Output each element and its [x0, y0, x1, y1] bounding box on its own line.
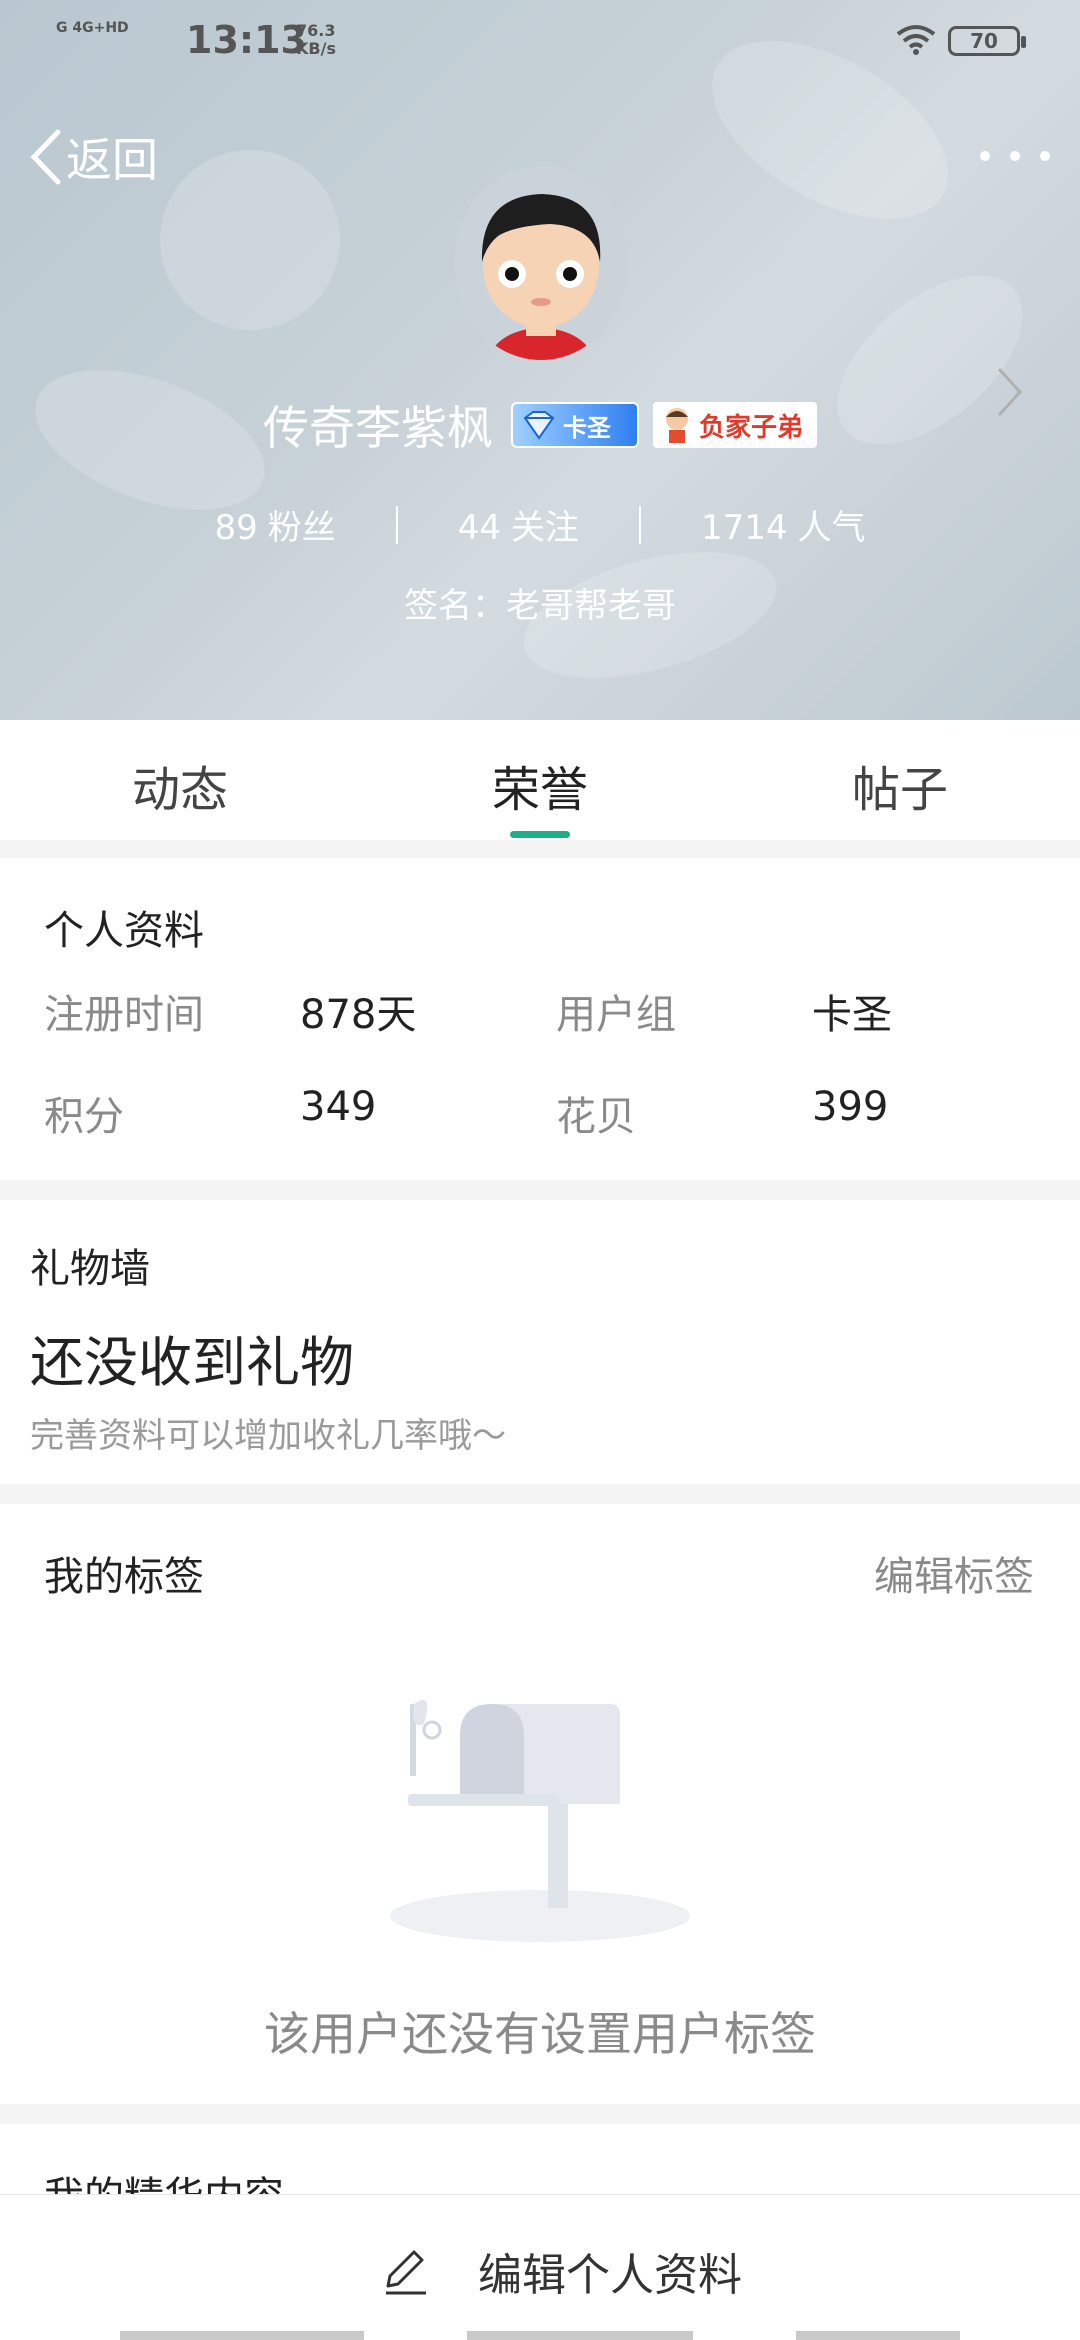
profile-tabs: 动态 荣誉 帖子	[0, 720, 1080, 840]
title-badge[interactable]: 负家子弟	[653, 402, 817, 448]
status-time: 13:13	[186, 18, 307, 62]
avatar[interactable]	[454, 166, 628, 360]
wifi-icon	[896, 25, 936, 55]
title-badge-label: 负家子弟	[699, 412, 804, 443]
more-dot-icon	[980, 151, 990, 161]
nav-segment[interactable]	[796, 2331, 960, 2340]
status-bar: G 4G+HD 13:13 76.3 KB/s 70	[0, 0, 1080, 80]
background-flower	[160, 150, 340, 330]
tags-title: 我的标签	[44, 1554, 204, 1600]
points-label: 积分	[44, 1094, 124, 1140]
user-signature: 签名：老哥帮老哥	[404, 586, 676, 626]
battery-indicator: 70	[948, 26, 1026, 56]
avatar-image	[454, 166, 628, 360]
popularity-count: 1714	[701, 508, 788, 548]
back-label: 返回	[66, 133, 158, 187]
huabei-label: 花贝	[556, 1094, 636, 1140]
nav-segment[interactable]	[120, 2331, 364, 2340]
gift-wall-hint: 完善资料可以增加收礼几率哦～	[30, 1416, 506, 1456]
stat-divider	[639, 505, 641, 544]
profile-info-title: 个人资料	[44, 908, 204, 954]
popularity-label: 人气	[797, 508, 866, 548]
following-label: 关注	[511, 508, 579, 548]
edit-profile-label: 编辑个人资料	[478, 2250, 742, 2301]
register-time-label: 注册时间	[44, 992, 204, 1038]
tab-posts[interactable]: 帖子	[720, 720, 1080, 840]
user-stats: 89 粉丝 44 关注 1714 人气	[0, 500, 1080, 549]
pencil-icon	[386, 2250, 426, 2295]
user-group-label: 用户组	[556, 992, 676, 1038]
following-count: 44	[457, 508, 501, 548]
user-group-badge-label: 卡圣	[563, 413, 611, 442]
network-speed-unit: KB/s	[296, 39, 336, 58]
tab-activity[interactable]: 动态	[0, 720, 360, 840]
gift-wall-card[interactable]: 礼物墙 还没收到礼物 完善资料可以增加收礼几率哦～	[0, 1200, 1080, 1484]
more-options-button[interactable]	[980, 138, 1050, 174]
user-group-value: 卡圣	[812, 992, 892, 1038]
network-speed-value: 76.3	[296, 21, 336, 40]
user-name-row: 传奇李紫枫 卡圣 负家子弟	[0, 392, 1080, 458]
empty-mailbox-icon	[390, 1699, 690, 1942]
points-value: 349	[300, 1084, 377, 1130]
user-name: 传奇李紫枫	[263, 401, 493, 455]
edit-tags-button[interactable]: 编辑标签	[874, 1544, 1034, 1602]
tab-honors[interactable]: 荣誉	[360, 720, 720, 840]
huabei-value: 399	[812, 1084, 889, 1130]
followers-stat[interactable]: 89 粉丝	[214, 500, 335, 549]
bottom-action-bar: 编辑个人资料	[0, 2194, 1080, 2340]
chevron-right-icon	[998, 368, 1023, 416]
edit-profile-button[interactable]: 编辑个人资料	[380, 2239, 742, 2303]
more-dot-icon	[1040, 151, 1050, 161]
more-dot-icon	[1010, 151, 1020, 161]
network-speed: 76.3 KB/s	[296, 22, 336, 58]
nav-segment[interactable]	[467, 2331, 693, 2340]
tags-card: 我的标签 编辑标签 该用户还没有设置用户标签	[0, 1504, 1080, 2104]
user-group-badge[interactable]: 卡圣	[511, 402, 639, 448]
profile-header: G 4G+HD 13:13 76.3 KB/s 70 返回 传奇李紫枫 卡圣 负…	[0, 0, 1080, 720]
gift-wall-title: 礼物墙	[30, 1246, 150, 1292]
tags-empty-message: 该用户还没有设置用户标签	[264, 2007, 816, 2061]
following-stat[interactable]: 44 关注	[458, 500, 579, 549]
followers-label: 粉丝	[267, 508, 336, 548]
chevron-left-icon	[30, 129, 61, 185]
register-time-value: 878天	[300, 992, 417, 1038]
stat-divider	[395, 505, 398, 544]
profile-info-card: 个人资料 注册时间 878天 用户组 卡圣 积分 349 花贝 399	[0, 858, 1080, 1180]
diamond-icon	[523, 411, 555, 440]
followers-count: 89	[214, 508, 258, 548]
back-button[interactable]: 返回	[28, 122, 158, 192]
system-nav-bar	[120, 2331, 960, 2340]
gift-wall-empty-title: 还没收到礼物	[30, 1331, 354, 1394]
popularity-stat: 1714 人气	[701, 500, 866, 549]
signal-indicator: G 4G+HD	[56, 20, 129, 36]
cartoon-kid-icon	[666, 408, 688, 443]
